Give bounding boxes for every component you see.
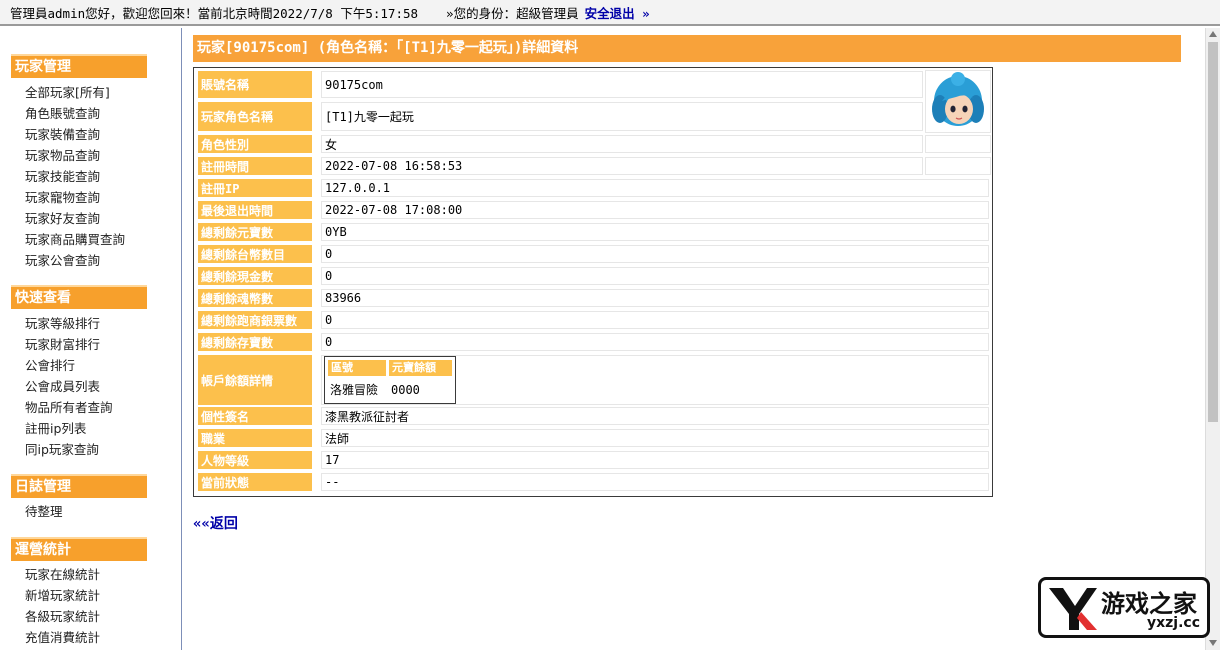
- field-value-cash: 0: [321, 267, 989, 285]
- sidebar-item-item-query[interactable]: 玩家物品查詢: [25, 145, 125, 166]
- field-value-status: --: [321, 473, 989, 491]
- balance-table-cell: 0000: [391, 383, 420, 397]
- sidebar-item-friend-query[interactable]: 玩家好友查詢: [25, 208, 125, 229]
- watermark-text: 游戏之家: [1101, 590, 1197, 618]
- site-watermark-logo: 游戏之家 yxzj.cc: [1038, 577, 1210, 638]
- sidebar-item-item-owner-query[interactable]: 物品所有者查詢: [25, 397, 113, 418]
- top-status-bar: 管理員admin您好，歡迎您回來！當前北京時間2022/7/8 下午5:17:5…: [0, 0, 1220, 26]
- sidebar-item-online-stats[interactable]: 玩家在線統計: [25, 564, 100, 585]
- field-label: 帳戶餘額詳情: [198, 355, 312, 405]
- sidebar-item-all-players[interactable]: 全部玩家[所有]: [25, 82, 125, 103]
- vertical-scrollbar[interactable]: [1205, 28, 1220, 650]
- field-value-last-logout: 2022-07-08 17:08:00: [321, 201, 989, 219]
- sidebar-item-pet-query[interactable]: 玩家寵物查詢: [25, 187, 125, 208]
- balance-table-header: 元寶餘額: [389, 360, 452, 376]
- avatar: [925, 70, 991, 133]
- sidebar-section-log-management-items: 待整理: [25, 501, 63, 522]
- sidebar-item-purchase-query[interactable]: 玩家商品購買查詢: [25, 229, 125, 250]
- sidebar-item-equipment-query[interactable]: 玩家裝備查詢: [25, 124, 125, 145]
- empty-cell: [925, 135, 991, 153]
- field-value-profession: 法師: [321, 429, 989, 447]
- sidebar-item-guild-ranking[interactable]: 公會排行: [25, 355, 113, 376]
- sidebar-section-quick-view[interactable]: 快速查看: [11, 285, 147, 309]
- field-value-trade-notes: 0: [321, 311, 989, 329]
- page-title: 玩家[90175com] (角色名稱：「[T1]九零一起玩」)詳細資料: [193, 35, 1181, 62]
- watermark-url: yxzj.cc: [1147, 615, 1201, 631]
- field-label: 總剩餘跑商銀票數: [198, 311, 312, 329]
- balance-table-header: 區號: [328, 360, 386, 376]
- sidebar-item-level-ranking[interactable]: 玩家等級排行: [25, 313, 113, 334]
- welcome-message: 管理員admin您好，歡迎您回來！當前北京時間2022/7/8 下午5:17:5…: [10, 5, 419, 21]
- empty-cell: [925, 157, 991, 175]
- sidebar-item-guild-members[interactable]: 公會成員列表: [25, 376, 113, 397]
- back-link[interactable]: ««返回: [193, 513, 238, 533]
- sidebar-item-wealth-ranking[interactable]: 玩家財富排行: [25, 334, 113, 355]
- field-label: 總剩餘現金數: [198, 267, 312, 285]
- logout-link[interactable]: 安全退出 »: [585, 3, 650, 22]
- sidebar-section-player-management[interactable]: 玩家管理: [11, 54, 147, 78]
- sidebar-item-new-player-stats[interactable]: 新增玩家統計: [25, 585, 100, 606]
- sidebar-item-skill-query[interactable]: 玩家技能查詢: [25, 166, 125, 187]
- field-value-role-name: [T1]九零一起玩: [321, 102, 923, 131]
- field-label: 玩家角色名稱: [198, 102, 312, 131]
- field-label: 當前狀態: [198, 473, 312, 491]
- sidebar: 玩家管理 全部玩家[所有] 角色賬號查詢 玩家裝備查詢 玩家物品查詢 玩家技能查…: [0, 28, 182, 650]
- balance-table-cell: 洛雅冒險: [330, 383, 379, 397]
- field-label: 人物等級: [198, 451, 312, 469]
- field-value-taibi: 0: [321, 245, 989, 263]
- sidebar-section-operations-stats-items: 玩家在線統計 新增玩家統計 各級玩家統計 充值消費統計: [25, 564, 100, 648]
- role-label: »您的身份：超級管理員: [446, 5, 579, 21]
- sidebar-item-same-ip-query[interactable]: 同ip玩家查詢: [25, 439, 113, 460]
- sidebar-item-role-account-query[interactable]: 角色賬號查詢: [25, 103, 125, 124]
- yx-logo-icon: [1049, 588, 1097, 630]
- field-label: 總剩餘存寶數: [198, 333, 312, 351]
- field-label: 最後退出時間: [198, 201, 312, 219]
- field-value-storage: 0: [321, 333, 989, 351]
- scrollbar-thumb[interactable]: [1208, 42, 1218, 422]
- sidebar-section-quick-view-items: 玩家等級排行 玩家財富排行 公會排行 公會成員列表 物品所有者查詢 註冊ip列表…: [25, 313, 113, 460]
- field-label: 職業: [198, 429, 312, 447]
- sidebar-item-register-ip-list[interactable]: 註冊ip列表: [25, 418, 113, 439]
- balance-table: 區號 元寶餘額 洛雅冒險 0000: [324, 356, 456, 404]
- sidebar-item-level-stats[interactable]: 各級玩家統計: [25, 606, 100, 627]
- field-label: 註冊IP: [198, 179, 312, 197]
- field-label: 個性簽名: [198, 407, 312, 425]
- sidebar-item-guild-query[interactable]: 玩家公會查詢: [25, 250, 125, 271]
- field-label: 總剩餘元寶數: [198, 223, 312, 241]
- field-value-register-ip: 127.0.0.1: [321, 179, 989, 197]
- sidebar-section-operations-stats[interactable]: 運營統計: [11, 537, 147, 561]
- field-value-account: 90175com: [321, 71, 923, 98]
- field-value-signature: 漆黑教派征討者: [321, 407, 989, 425]
- field-label: 賬號名稱: [198, 71, 312, 98]
- field-value-level: 17: [321, 451, 989, 469]
- field-label: 總剩餘魂幣數: [198, 289, 312, 307]
- field-label: 註冊時間: [198, 157, 312, 175]
- sidebar-section-log-management[interactable]: 日誌管理: [11, 474, 147, 498]
- sidebar-item-recharge-stats[interactable]: 充值消費統計: [25, 627, 100, 648]
- sidebar-item-pending[interactable]: 待整理: [25, 501, 63, 522]
- scroll-up-arrow-icon[interactable]: [1209, 31, 1217, 37]
- field-value-soul-coin: 83966: [321, 289, 989, 307]
- field-value-gender: 女: [321, 135, 923, 153]
- scroll-down-arrow-icon[interactable]: [1209, 640, 1217, 646]
- field-value-register-time: 2022-07-08 16:58:53: [321, 157, 923, 175]
- field-label: 總剩餘台幣數目: [198, 245, 312, 263]
- field-label: 角色性別: [198, 135, 312, 153]
- player-detail-table: 賬號名稱 90175com 玩家角色名稱 [T1]九零一起玩 角色性別 女 註冊…: [193, 67, 993, 497]
- field-value-yuanbao: 0YB: [321, 223, 989, 241]
- sidebar-section-player-management-items: 全部玩家[所有] 角色賬號查詢 玩家裝備查詢 玩家物品查詢 玩家技能查詢 玩家寵…: [25, 82, 125, 271]
- character-portrait-icon: [932, 72, 984, 126]
